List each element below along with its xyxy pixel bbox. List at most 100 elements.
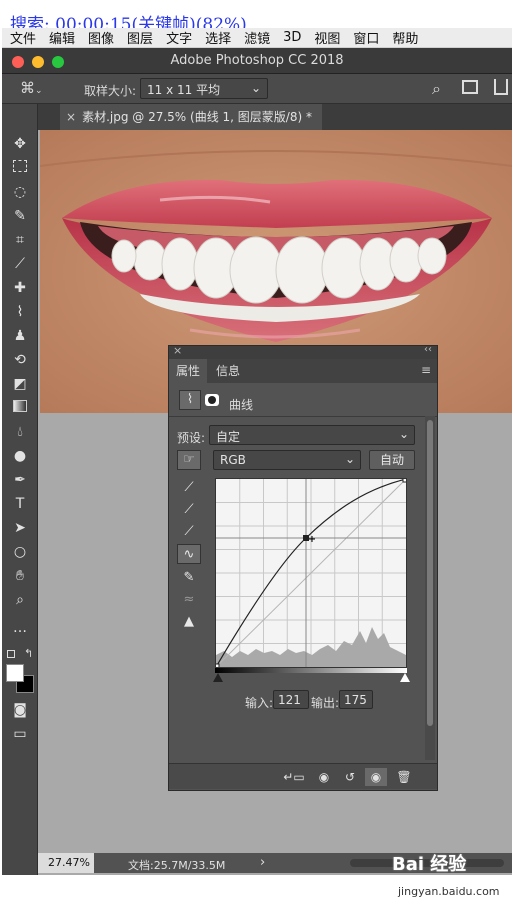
menu-3d[interactable]: 3D <box>274 30 301 45</box>
menu-select[interactable]: 选择 <box>196 28 231 47</box>
gray-point-eyedropper-icon[interactable]: ⟋ <box>177 500 201 520</box>
path-select-icon[interactable]: ➤ <box>8 518 32 538</box>
document-size: 文档:25.7M/33.5M <box>128 859 226 872</box>
input-gradient-bar <box>215 668 407 673</box>
panel-header: × ‹‹ <box>169 344 437 359</box>
title-bar: Adobe Photoshop CC 2018 <box>2 48 512 74</box>
preset-value: 自定 <box>216 430 241 444</box>
preset-select[interactable]: 自定 ⌄ <box>209 425 415 445</box>
clip-to-layer-icon[interactable]: ↵▭ <box>283 768 305 786</box>
search-icon[interactable]: ⌕ <box>432 79 441 99</box>
target-adjust-hand-icon[interactable]: ☞ <box>177 450 201 470</box>
more-tools-icon[interactable]: … <box>8 618 32 638</box>
zoom-level[interactable]: 27.47% <box>38 853 94 873</box>
menu-type[interactable]: 文字 <box>157 28 192 47</box>
sample-size-select[interactable]: 11 x 11 平均 ⌄ <box>140 78 268 99</box>
watermark-logo: Bai 经验 <box>392 854 467 875</box>
stamp-tool-icon[interactable]: ♟ <box>8 326 32 346</box>
channel-value: RGB <box>220 453 246 467</box>
tab-properties[interactable]: 属性 <box>169 359 208 383</box>
chevron-down-icon: ⌄ <box>398 427 409 441</box>
marquee-tool-icon[interactable] <box>8 158 32 178</box>
adjustment-title: 曲线 <box>229 398 254 412</box>
menu-help[interactable]: 帮助 <box>383 28 418 47</box>
close-tab-icon[interactable]: × <box>66 110 76 124</box>
black-point-slider-icon[interactable] <box>213 673 223 682</box>
input-field[interactable]: 121 <box>273 690 309 709</box>
output-label: 输出: <box>311 696 340 710</box>
eyedropper-tool-icon[interactable]: ⟋ <box>8 254 32 274</box>
eyedropper-icon[interactable]: ⌘⌄ <box>20 79 43 97</box>
gradient-tool-icon[interactable] <box>8 398 32 418</box>
dodge-tool-icon[interactable]: ● <box>8 446 32 466</box>
workspace-icon[interactable] <box>462 80 478 94</box>
white-point-eyedropper-icon[interactable]: ⟋ <box>177 522 201 542</box>
brush-tool-icon[interactable]: ⌇ <box>8 302 32 322</box>
app-title: Adobe Photoshop CC 2018 <box>170 53 344 68</box>
foreground-color-swatch[interactable] <box>6 664 24 682</box>
hand-tool-icon[interactable]: ✋︎ <box>8 566 32 586</box>
blur-tool-icon[interactable]: 💧︎ <box>8 422 32 442</box>
sample-size-label: 取样大小: <box>84 84 137 98</box>
menu-edit[interactable]: 编辑 <box>40 28 75 47</box>
status-arrow[interactable]: › <box>260 855 265 870</box>
pencil-draw-icon[interactable]: ✎ <box>177 568 201 588</box>
clipping-warning-icon[interactable]: ▲ <box>177 612 201 632</box>
document-tab-bar: × 素材.jpg @ 27.5% (曲线 1, 图层蒙版/8) * <box>38 104 512 130</box>
view-previous-icon[interactable]: ◉ <box>313 768 335 786</box>
channel-select[interactable]: RGB ⌄ <box>213 450 361 470</box>
trash-icon[interactable]: 🗑︎ <box>393 768 415 786</box>
tools-panel: ✥ ◌ ✎ ⌗ ⟋ ✚ ⌇ ♟ ⟲ ◩ 💧︎ ● ✒ T ➤ ○ ✋︎ ⌕ … … <box>2 104 38 875</box>
chevron-down-icon: ⌄ <box>344 452 355 466</box>
input-label: 输入: <box>245 696 274 710</box>
panel-scrollbar[interactable] <box>425 416 435 760</box>
collapse-panel-icon[interactable]: ‹‹ <box>424 344 432 355</box>
properties-panel: × ‹‹ 属性 信息 ≡ ⌇ 曲线 预设: 自定 ⌄ ☞ RGB ⌄ 自动 ⟋ … <box>168 344 438 791</box>
options-bar: ⌘⌄ 取样大小: 11 x 11 平均 ⌄ ⌕ <box>2 74 512 104</box>
document-tab-label: 素材.jpg @ 27.5% (曲线 1, 图层蒙版/8) * <box>82 110 312 124</box>
lasso-tool-icon[interactable]: ◌ <box>8 182 32 202</box>
menu-bar: 文件 编辑 图像 图层 文字 选择 滤镜 3D 视图 窗口 帮助 <box>2 28 512 48</box>
crop-tool-icon[interactable]: ⌗ <box>8 230 32 250</box>
panel-scroll-thumb[interactable] <box>427 420 433 726</box>
watermark-url: jingyan.baidu.com <box>398 885 500 898</box>
mask-icon[interactable] <box>205 394 219 406</box>
curves-adjustment-icon[interactable]: ⌇ <box>179 390 201 410</box>
reset-icon[interactable]: ↺ <box>339 768 361 786</box>
preset-label: 预设: <box>177 431 206 445</box>
menu-image[interactable]: 图像 <box>79 28 114 47</box>
menu-layer[interactable]: 图层 <box>118 28 153 47</box>
panel-menu-icon[interactable]: ≡ <box>421 363 431 377</box>
menu-filter[interactable]: 滤镜 <box>235 28 270 47</box>
black-point-eyedropper-icon[interactable]: ⟋ <box>177 478 201 498</box>
quick-mask-icon[interactable]: ◙ <box>8 700 32 720</box>
swap-colors-icon[interactable]: ↰ <box>24 647 33 660</box>
smooth-curve-icon[interactable]: ≈ <box>177 590 201 610</box>
sample-size-value: 11 x 11 平均 <box>147 83 221 97</box>
pen-tool-icon[interactable]: ✒ <box>8 470 32 490</box>
menu-window[interactable]: 窗口 <box>344 28 379 47</box>
panel-footer: ↵▭ ◉ ↺ ◉ 🗑︎ <box>169 763 437 789</box>
history-brush-icon[interactable]: ⟲ <box>8 350 32 370</box>
white-point-slider-icon[interactable] <box>400 673 410 682</box>
ellipse-tool-icon[interactable]: ○ <box>8 542 32 562</box>
zoom-tool-icon[interactable]: ⌕ <box>8 590 32 610</box>
close-panel-icon[interactable]: × <box>173 344 182 357</box>
move-tool-icon[interactable]: ✥ <box>8 134 32 154</box>
screen-mode-icon[interactable]: ▭ <box>8 724 32 744</box>
curve-point-tool-icon[interactable]: ∿ <box>177 544 201 564</box>
quick-select-tool-icon[interactable]: ✎ <box>8 206 32 226</box>
visibility-eye-icon[interactable]: ◉ <box>365 768 387 786</box>
share-icon[interactable] <box>494 79 508 95</box>
eraser-tool-icon[interactable]: ◩ <box>8 374 32 394</box>
menu-view[interactable]: 视图 <box>305 28 340 47</box>
menu-file[interactable]: 文件 <box>2 28 36 47</box>
default-colors-icon[interactable] <box>7 650 15 658</box>
healing-tool-icon[interactable]: ✚ <box>8 278 32 298</box>
document-tab[interactable]: × 素材.jpg @ 27.5% (曲线 1, 图层蒙版/8) * <box>60 104 322 130</box>
output-field[interactable]: 175 <box>339 690 373 709</box>
auto-button[interactable]: 自动 <box>369 450 415 470</box>
tab-info[interactable]: 信息 <box>209 359 247 383</box>
type-tool-icon[interactable]: T <box>8 494 32 514</box>
curves-graph[interactable] <box>213 476 409 670</box>
